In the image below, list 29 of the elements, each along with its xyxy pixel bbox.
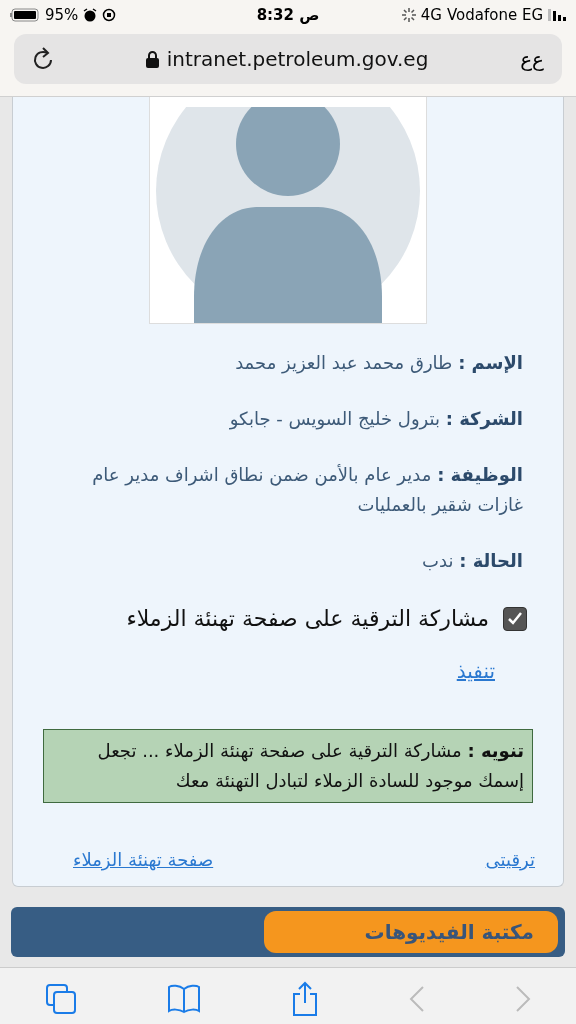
signal-icon: [548, 9, 566, 21]
share-icon[interactable]: [291, 981, 319, 1017]
url-text[interactable]: intranet.petroleum.gov.eg: [166, 47, 429, 71]
lock-icon: [145, 50, 159, 68]
battery-percent: 95%: [45, 6, 79, 24]
profile-field: الحالة : ندب: [53, 546, 523, 576]
reload-icon[interactable]: [32, 47, 54, 71]
alarm-icon: [83, 8, 98, 22]
battery-icon: [10, 8, 40, 22]
avatar-placeholder-icon: [156, 107, 420, 323]
check-icon: [507, 610, 523, 627]
profile-field: الشركة : بترول خليج السويس - جابكو: [53, 404, 523, 434]
book-icon[interactable]: [167, 984, 201, 1014]
notice-message: تنويه : مشاركة الترقية على صفحة تهنئة الزملاء ... تجعل إسمك موجود للسادة الزملاء لتبادل التهنئة معك: [43, 729, 533, 803]
profile-field: الإسم : طارق محمد عبد العزيز محمد: [53, 348, 523, 378]
video-library-button[interactable]: مكتبة الفيديوهات: [264, 911, 558, 953]
clock-time: 8:32 ص: [256, 6, 320, 24]
network-type: 4G: [420, 6, 442, 24]
checkbox-label: مشاركة الترقية على صفحة تهنئة الزملاء: [126, 606, 489, 631]
submit-link[interactable]: تنفيذ: [13, 631, 563, 683]
carrier-name: Vodafone EG: [446, 6, 543, 24]
tabs-icon[interactable]: [45, 983, 77, 1015]
loading-icon: [401, 8, 416, 22]
text-size-button[interactable]: ﻉﻉ: [520, 47, 544, 71]
rotation-lock-icon: [102, 8, 117, 22]
profile-field: الوظيفة : مدير عام بالأمن ضمن نطاق اشراف مدير عام غازات شقير بالعمليات: [53, 460, 523, 520]
page-link[interactable]: صفحة تهنئة الزملاء: [73, 849, 214, 870]
page-link[interactable]: ترقيتى: [485, 849, 535, 870]
share-checkbox[interactable]: [503, 606, 527, 631]
